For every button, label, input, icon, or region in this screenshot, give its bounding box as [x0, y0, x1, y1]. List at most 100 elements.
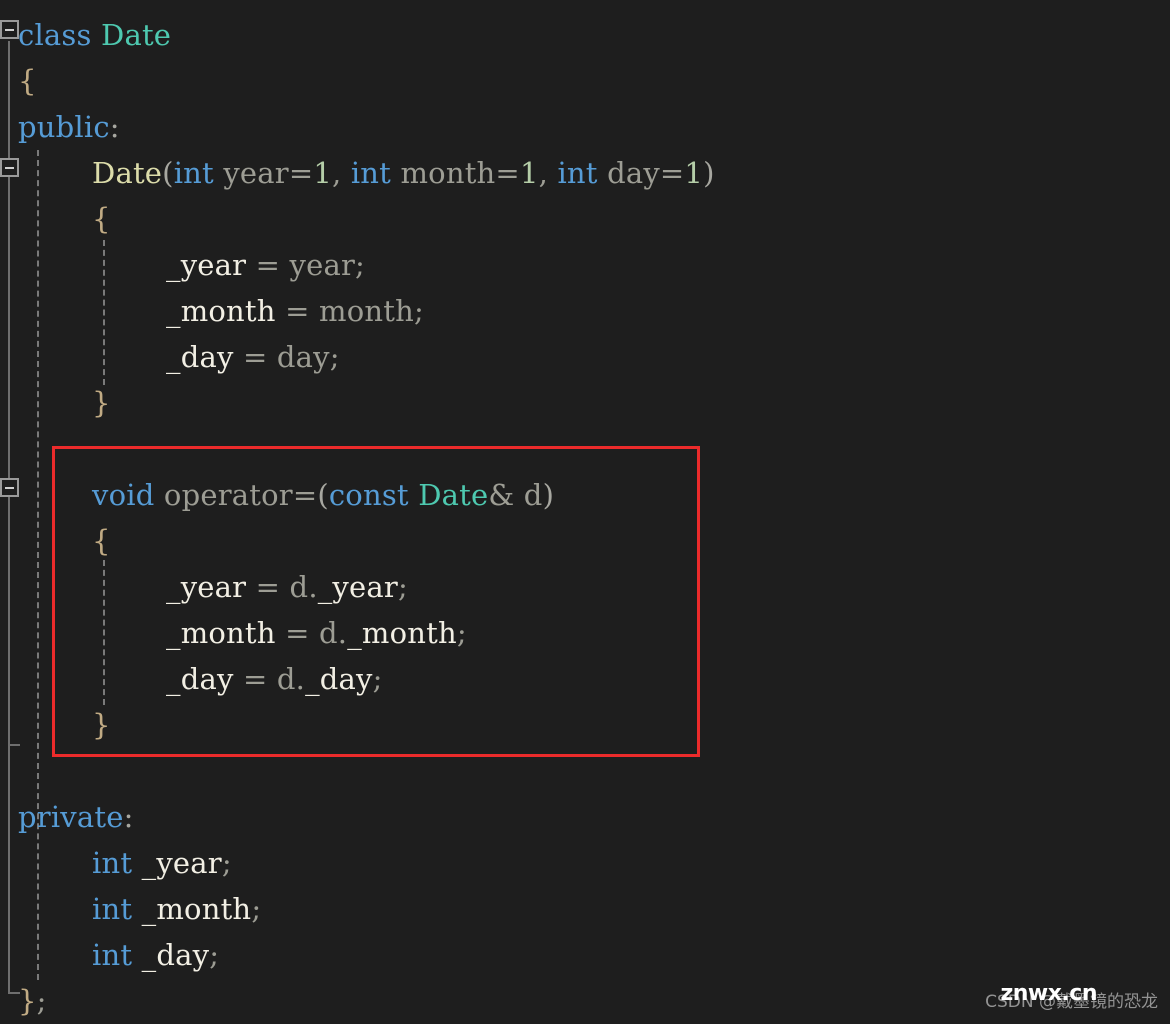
token-plain: ; [251, 892, 262, 926]
token-member: _month [347, 616, 457, 650]
token-plain: & [488, 478, 515, 512]
token-punc: ) [542, 478, 555, 512]
token-punc: ( [317, 478, 329, 512]
token-punc: : [123, 800, 134, 834]
token-plain: month= [391, 156, 520, 190]
token-num: 1 [313, 156, 332, 190]
code-line-14[interactable]: _day = d._day; [166, 656, 383, 702]
site-watermark: znwx.cn [1000, 981, 1097, 1006]
code-line-6[interactable]: _month = month; [166, 288, 424, 334]
token-keyword: int [92, 892, 133, 926]
code-line-4[interactable]: { [92, 196, 111, 242]
token-plain: d [319, 616, 338, 650]
code-line-20[interactable]: int _day; [92, 932, 219, 978]
token-function: Date [92, 156, 163, 190]
token-plain: d [514, 478, 543, 512]
token-plain: , [331, 156, 351, 190]
token-keyword: const [328, 478, 409, 512]
token-plain: ; [372, 662, 383, 696]
token-plain: ; [413, 294, 424, 328]
token-num: 1 [519, 156, 539, 190]
token-keyword: public [18, 110, 110, 144]
token-member: _year [317, 570, 398, 604]
token-plain: = [275, 294, 320, 328]
token-brace: } [18, 984, 37, 1018]
token-member: _year [166, 248, 247, 282]
token-plain: month [319, 294, 414, 328]
token-plain: ; [329, 340, 340, 374]
token-plain: year [289, 248, 356, 282]
token-plain: ; [355, 248, 366, 282]
token-member: _year [166, 570, 247, 604]
code-line-11[interactable]: { [92, 518, 111, 564]
token-member: _day [141, 938, 210, 972]
token-plain: ; [221, 846, 232, 880]
code-line-1[interactable]: { [18, 58, 37, 104]
token-brace: { [92, 202, 111, 236]
code-line-12[interactable]: _year = d._year; [166, 564, 408, 610]
code-line-7[interactable]: _day = day; [166, 334, 340, 380]
token-plain: year= [213, 156, 314, 190]
token-plain: ; [36, 984, 47, 1018]
token-brace: } [92, 386, 111, 420]
code-line-15[interactable]: } [92, 702, 111, 748]
token-keyword: int [92, 938, 133, 972]
token-type: Date [101, 18, 172, 52]
token-plain: . [295, 662, 306, 696]
token-member: _day [305, 662, 373, 696]
code-line-10[interactable]: void operator=(const Date& d) [92, 472, 554, 518]
token-keyword: class [18, 18, 92, 52]
token-num: 1 [684, 156, 704, 190]
code-line-13[interactable]: _month = d._month; [166, 610, 467, 656]
token-plain: = [233, 662, 277, 696]
code-line-19[interactable]: int _month; [92, 886, 261, 932]
code-content[interactable]: class Date{public: Date(int year=1, int m… [0, 0, 1170, 1018]
token-plain: = [233, 340, 277, 374]
token-plain: ; [397, 570, 408, 604]
token-plain: ; [209, 938, 220, 972]
token-plain: = [275, 616, 320, 650]
token-member: _day [166, 662, 234, 696]
token-plain: . [337, 616, 348, 650]
token-plain: day [276, 340, 330, 374]
token-plain: = [246, 570, 290, 604]
token-member: _month [166, 616, 276, 650]
token-plain: d [289, 570, 309, 604]
token-type: Date [418, 478, 489, 512]
token-brace: } [92, 708, 111, 742]
token-member: _year [141, 846, 222, 880]
token-brace: { [92, 524, 111, 558]
token-keyword: int [557, 156, 598, 190]
code-line-3[interactable]: Date(int year=1, int month=1, int day=1) [92, 150, 715, 196]
code-line-18[interactable]: int _year; [92, 840, 232, 886]
token-punc: ( [162, 156, 174, 190]
token-punc: ) [703, 156, 715, 190]
token-member: _month [141, 892, 252, 926]
token-plain: ; [456, 616, 467, 650]
token-plain: = [246, 248, 290, 282]
token-plain: operator= [163, 478, 318, 512]
token-member: _day [166, 340, 234, 374]
token-brace: { [18, 64, 37, 98]
token-plain: . [308, 570, 318, 604]
code-editor[interactable]: class Date{public: Date(int year=1, int m… [0, 0, 1170, 1018]
token-plain: day= [597, 156, 685, 190]
code-line-0[interactable]: class Date [18, 12, 171, 58]
code-line-5[interactable]: _year = year; [166, 242, 365, 288]
token-keyword: int [92, 846, 133, 880]
token-plain: d [276, 662, 296, 696]
token-keyword: void [92, 478, 155, 512]
code-line-17[interactable]: private: [18, 794, 134, 840]
token-punc: : [109, 110, 120, 144]
code-line-8[interactable]: } [92, 380, 111, 426]
code-line-21[interactable]: }; [18, 978, 47, 1024]
token-plain: , [538, 156, 558, 190]
code-line-2[interactable]: public: [18, 104, 120, 150]
token-member: _month [166, 294, 276, 328]
